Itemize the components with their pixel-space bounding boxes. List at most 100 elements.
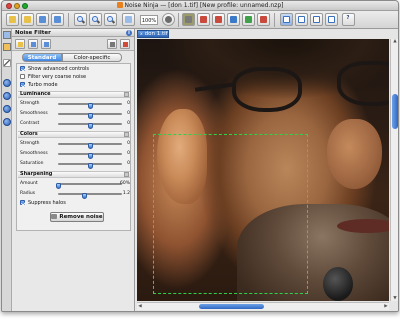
option-coarse-noise[interactable]: Filter very coarse noise	[20, 74, 86, 81]
slider-thumb[interactable]	[88, 123, 93, 129]
slider-track[interactable]	[58, 153, 122, 159]
photo-glasses-right	[337, 61, 389, 106]
checkbox-checked-icon[interactable]	[20, 200, 25, 205]
panel-grid-button[interactable]	[107, 39, 117, 49]
filter-orange-button[interactable]	[257, 13, 270, 26]
zoom-out-button[interactable]	[89, 13, 102, 26]
section-menu-icon[interactable]	[124, 132, 129, 137]
slider-thumb[interactable]	[88, 103, 93, 109]
slider-thumb[interactable]	[82, 193, 87, 199]
slider-label: Radius	[20, 191, 36, 196]
horizontal-scrollbar[interactable]: ◀ ▶	[137, 302, 389, 310]
option-show-advanced[interactable]: Show advanced controls	[20, 66, 89, 73]
toolbar: 100% ?	[2, 11, 398, 29]
slider-value: 0	[127, 151, 130, 156]
settings-round-icon[interactable]	[3, 118, 11, 126]
panel-reset-button[interactable]	[120, 39, 130, 49]
filter-tabs: Standard Color-specific	[22, 53, 126, 62]
vertical-scroll-thumb[interactable]	[392, 94, 398, 129]
layout-horizontal-button[interactable]	[310, 13, 323, 26]
checkbox-checked-icon[interactable]	[20, 66, 25, 71]
tab-color-specific[interactable]: Color-specific	[62, 53, 122, 62]
slider-track[interactable]	[58, 113, 122, 119]
open-image-button[interactable]	[21, 13, 34, 26]
slider-thumb[interactable]	[88, 113, 93, 119]
slider-colors-saturation: Saturation 0	[20, 160, 130, 169]
close-tab-icon[interactable]: x	[140, 32, 143, 37]
slider-thumb[interactable]	[88, 163, 93, 169]
filter-red-button[interactable]	[197, 13, 210, 26]
remove-noise-button[interactable]: Remove noise	[50, 212, 104, 222]
navigate-circle-icon	[165, 16, 172, 23]
tab-standard[interactable]: Standard	[22, 53, 62, 62]
title-bar[interactable]: Noise Ninja — [don 1.tif] [New profile: …	[2, 1, 398, 11]
option-turbo-mode[interactable]: Turbo mode	[20, 82, 58, 89]
layout-vertical-button[interactable]	[325, 13, 338, 26]
slider-thumb[interactable]	[88, 143, 93, 149]
panel-title: Noise Filter	[15, 30, 51, 36]
scroll-up-icon[interactable]: ▲	[392, 39, 398, 44]
red-arrow-icon	[123, 42, 128, 47]
toolbar-separator	[274, 13, 275, 27]
slider-track[interactable]	[58, 123, 122, 129]
zoom-actual-button[interactable]	[122, 13, 135, 26]
profile-button[interactable]	[182, 13, 195, 26]
section-menu-icon[interactable]	[124, 92, 129, 97]
help-button[interactable]: ?	[342, 13, 355, 26]
panel-save-button[interactable]	[28, 39, 38, 49]
photo-microphone	[323, 267, 353, 301]
checkbox-unchecked-icon[interactable]	[20, 74, 25, 79]
zoom-fit-button[interactable]	[104, 13, 117, 26]
layout-split-button[interactable]	[295, 13, 308, 26]
slider-track[interactable]	[56, 183, 122, 189]
photo-canvas[interactable]	[137, 39, 389, 301]
slider-thumb[interactable]	[88, 153, 93, 159]
slider-sharpening-amount: Amount 60%	[20, 180, 130, 189]
noise-filter-panel: Noise Filter i Standard Color-specific S…	[12, 29, 135, 311]
layout-single-button[interactable]	[280, 13, 293, 26]
grid-icon	[110, 42, 115, 47]
slider-track[interactable]	[58, 143, 122, 149]
panel-save-as-button[interactable]	[41, 39, 51, 49]
navigate-button[interactable]	[162, 13, 175, 26]
checkbox-checked-icon[interactable]	[20, 82, 25, 87]
slider-track[interactable]	[58, 193, 122, 199]
option-suppress-halos[interactable]: Suppress halos	[20, 200, 66, 207]
slider-thumb[interactable]	[56, 183, 61, 189]
magnifier-fit-icon	[107, 16, 113, 22]
filter-red2-button[interactable]	[212, 13, 225, 26]
filter-green-button[interactable]	[242, 13, 255, 26]
slider-label: Contrast	[20, 121, 40, 126]
save-as-button[interactable]	[51, 13, 64, 26]
pen-tool-icon[interactable]	[3, 59, 11, 67]
info-round-icon[interactable]	[3, 79, 11, 87]
scroll-left-icon[interactable]: ◀	[137, 303, 143, 310]
info-icon[interactable]: i	[126, 30, 132, 36]
horizontal-scroll-thumb[interactable]	[199, 304, 264, 309]
slider-track[interactable]	[58, 163, 122, 169]
brush-tool-icon[interactable]	[3, 43, 11, 51]
slider-value: 0	[127, 121, 130, 126]
square-red-icon	[215, 16, 222, 23]
slider-luminance-contrast: Contrast 0	[20, 120, 130, 129]
section-menu-icon[interactable]	[124, 172, 129, 177]
preview-region[interactable]	[153, 134, 308, 294]
slider-track[interactable]	[58, 103, 122, 109]
filter-blue-button[interactable]	[227, 13, 240, 26]
zoom-in-button[interactable]	[74, 13, 87, 26]
scroll-down-icon[interactable]: ▼	[392, 296, 398, 301]
vertical-scrollbar[interactable]: ▲ ▼	[390, 39, 398, 301]
profile-tool-icon[interactable]	[3, 31, 11, 39]
open-folder-button[interactable]	[6, 13, 19, 26]
folder-open-icon	[24, 16, 31, 23]
compare-round-icon[interactable]	[3, 92, 11, 100]
preview-round-icon[interactable]	[3, 105, 11, 113]
document-tab[interactable]: x don 1.tif	[137, 30, 169, 38]
panel-open-button[interactable]	[15, 39, 25, 49]
slider-value: 0	[127, 141, 130, 146]
app-window: Noise Ninja — [don 1.tif] [New profile: …	[1, 0, 399, 312]
section-heading: Colors	[20, 131, 38, 137]
save-button[interactable]	[36, 13, 49, 26]
scroll-right-icon[interactable]: ▶	[383, 303, 389, 310]
slider-colors-strength: Strength 0	[20, 140, 130, 149]
